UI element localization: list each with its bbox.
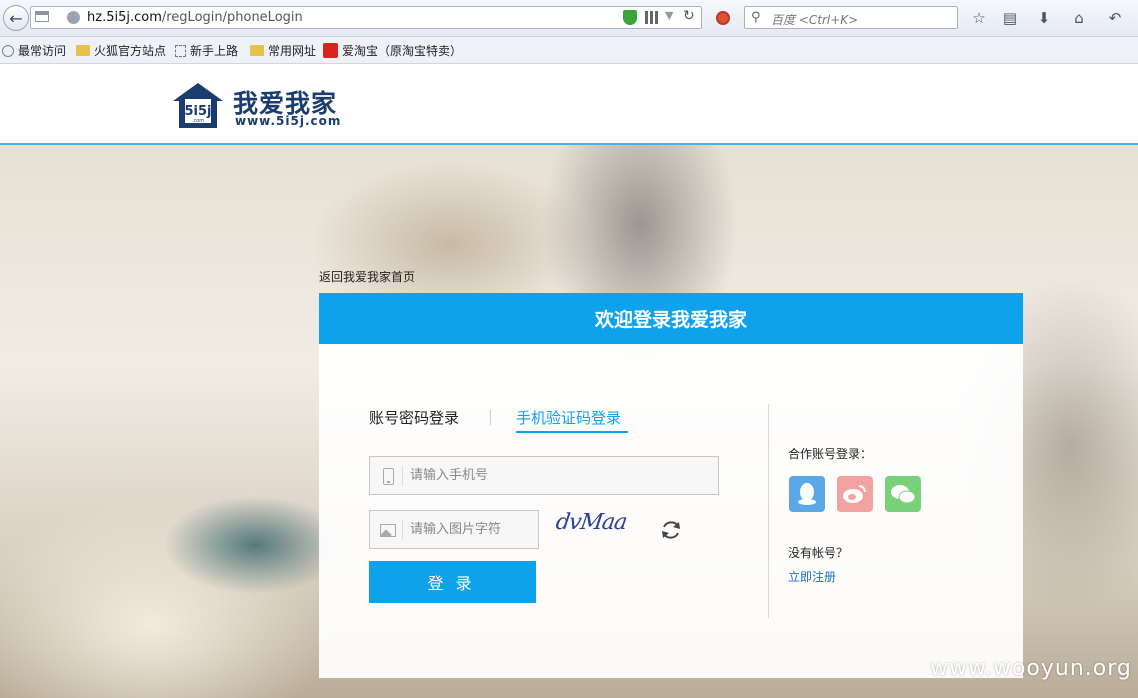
partner-login-label: 合作账号登录： xyxy=(788,447,873,461)
globe-icon xyxy=(67,11,80,24)
logo-url: www.5i5j.com xyxy=(235,114,342,128)
panel-divider xyxy=(768,404,769,618)
browser-toolbar: ← hz.5i5j.com/regLogin/phoneLogin ▼ ↻ ⚲ … xyxy=(0,0,1138,37)
bookmark-item[interactable]: 火狐官方站点 xyxy=(76,42,166,59)
page-icon xyxy=(175,44,186,57)
url-text[interactable]: hz.5i5j.com/regLogin/phoneLogin xyxy=(87,10,303,25)
bookmark-item[interactable]: 爱淘宝（原淘宝特卖） xyxy=(323,42,462,59)
tab-divider xyxy=(490,410,491,425)
shield-icon[interactable] xyxy=(623,10,637,25)
reading-list-icon[interactable]: ▤ xyxy=(999,7,1021,29)
phone-field[interactable] xyxy=(369,456,719,495)
captcha-field[interactable] xyxy=(369,510,539,549)
wechat-icon[interactable] xyxy=(885,476,921,512)
field-separator xyxy=(402,466,403,486)
refresh-icon[interactable] xyxy=(659,518,683,542)
field-separator xyxy=(402,520,403,540)
reload-icon[interactable]: ↻ xyxy=(683,8,695,24)
image-icon xyxy=(378,520,398,540)
home-icon[interactable]: ⌂ xyxy=(1068,7,1090,29)
captcha-input[interactable] xyxy=(410,511,535,548)
folder-icon xyxy=(250,45,264,56)
tab-sms-login[interactable]: 手机验证码登录 xyxy=(516,407,621,428)
phone-input[interactable] xyxy=(410,457,710,494)
bookmark-item[interactable]: 新手上路 xyxy=(175,42,238,59)
login-title: 欢迎登录我爱我家 xyxy=(319,293,1023,344)
undo-icon[interactable]: ↶ xyxy=(1104,7,1126,29)
back-home-link[interactable]: 返回我爱我家首页 xyxy=(319,268,415,285)
back-arrow-icon[interactable]: ← xyxy=(3,5,29,31)
dropdown-arrow-icon[interactable]: ▼ xyxy=(665,9,673,22)
login-button[interactable]: 登录 xyxy=(369,561,536,603)
watermark: www.wooyun.org xyxy=(930,656,1132,681)
register-link[interactable]: 立即注册 xyxy=(788,568,836,585)
adblock-icon[interactable] xyxy=(712,7,734,29)
svg-text:.com: .com xyxy=(192,118,204,124)
tab-groups-icon[interactable] xyxy=(35,11,49,22)
weibo-icon[interactable] xyxy=(837,476,873,512)
tab-password-login[interactable]: 账号密码登录 xyxy=(369,407,459,428)
bookmarks-bar: 最常访问 火狐官方站点 新手上路 常用网址 爱淘宝（原淘宝特卖） xyxy=(0,37,1138,64)
no-account-text: 没有帐号？ xyxy=(788,546,849,560)
folder-icon xyxy=(76,45,90,56)
svg-text:5i5j: 5i5j xyxy=(184,104,211,119)
bookmark-item[interactable]: 最常访问 xyxy=(2,42,66,59)
search-placeholder: 百度 <Ctrl+K> xyxy=(771,13,859,27)
magnifier-icon: ⚲ xyxy=(751,10,761,25)
search-bar[interactable]: ⚲ 百度 <Ctrl+K> xyxy=(744,6,958,29)
download-icon[interactable]: ⬇ xyxy=(1033,7,1055,29)
active-tab-indicator xyxy=(516,431,628,433)
phone-icon xyxy=(378,466,398,486)
qrcode-icon[interactable] xyxy=(645,11,658,24)
captcha-image[interactable]: dvMaa xyxy=(554,510,628,535)
recent-icon xyxy=(2,44,14,57)
bookmark-star-icon[interactable]: ☆ xyxy=(968,7,990,29)
taobao-icon xyxy=(323,43,338,58)
url-bar[interactable]: hz.5i5j.com/regLogin/phoneLogin ▼ ↻ xyxy=(30,6,702,29)
logo-house-icon[interactable]: 5i5j .com xyxy=(171,81,225,129)
bookmark-item[interactable]: 常用网址 xyxy=(250,42,316,59)
qq-icon[interactable] xyxy=(789,476,825,512)
